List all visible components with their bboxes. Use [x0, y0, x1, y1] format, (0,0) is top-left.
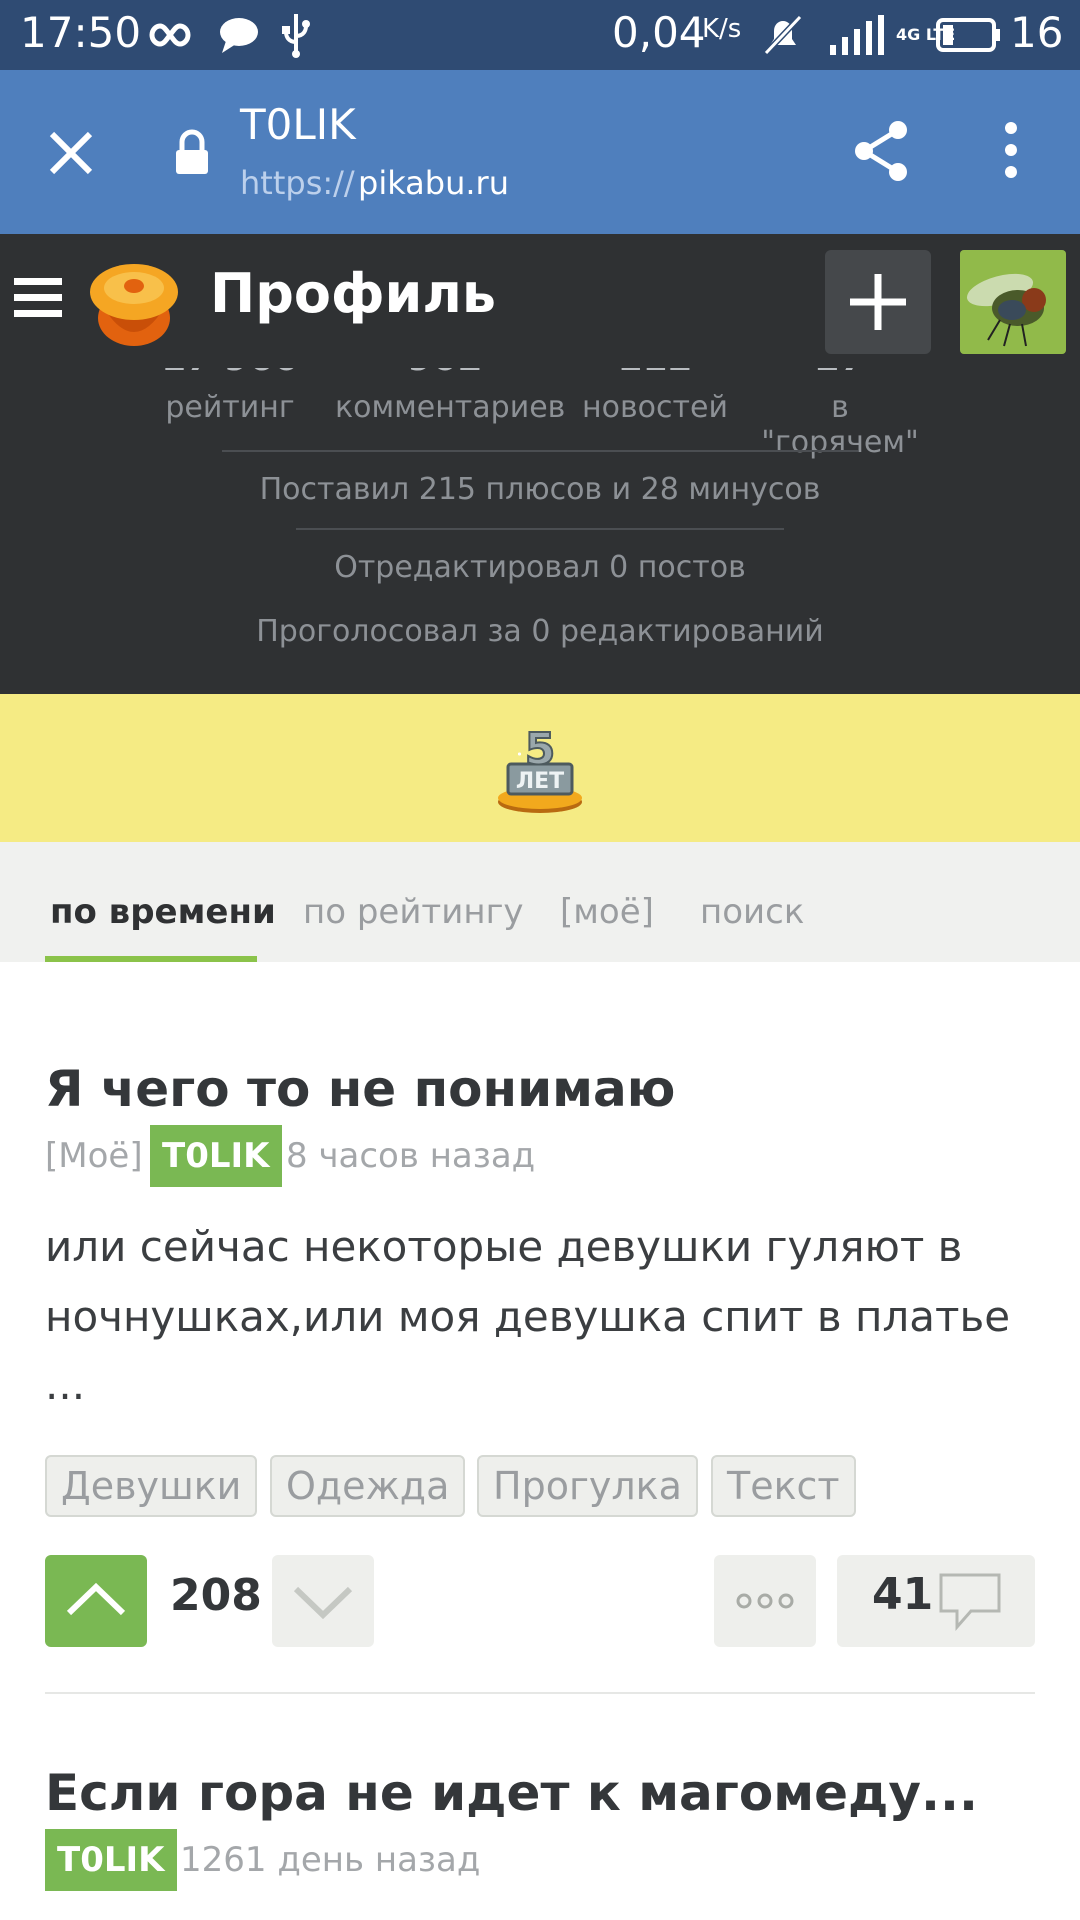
stat-value: 112 [580, 368, 730, 379]
post-author[interactable]: T0LIK [150, 1125, 282, 1187]
plus-icon [850, 274, 906, 330]
votes-summary: Поставил 215 плюсов и 28 минусов [259, 472, 821, 507]
stat-label: рейтинг [165, 390, 295, 425]
chevron-down-icon [293, 1586, 353, 1620]
profile-stats: 17 960 рейтинг 902 комментариев 112 ново… [0, 368, 1080, 694]
post-tag[interactable]: Прогулка [477, 1455, 698, 1517]
battery-icon [936, 0, 1002, 70]
post-time: 8 часов назад [286, 1136, 536, 1176]
mute-bell-icon [762, 0, 804, 70]
avatar[interactable] [960, 250, 1066, 354]
post-tag[interactable]: Девушки [45, 1455, 258, 1517]
post-text-line[interactable]: ночнушках,или моя девушка спит в платье [45, 1282, 1045, 1352]
status-bar: 17:50 0,04 K/s 4G LTE 16 [0, 0, 1080, 70]
divider [296, 528, 784, 530]
close-icon[interactable] [46, 128, 96, 182]
chevron-up-icon [66, 1582, 126, 1616]
svg-text:5: 5 [525, 724, 556, 775]
post-rating: 208 [170, 1570, 262, 1621]
divider [222, 450, 858, 452]
post-tag[interactable]: Одежда [270, 1455, 466, 1517]
post-separator [45, 1692, 1035, 1694]
usb-icon [280, 0, 312, 70]
post-mine-tag[interactable]: [Моё] [45, 1136, 143, 1176]
stat-label: комментариев [335, 390, 566, 425]
comment-bubble-icon [937, 1571, 1003, 1635]
signal-icon [824, 0, 884, 70]
tab-mine[interactable]: [моё] [560, 892, 654, 932]
active-tab-indicator [45, 956, 257, 962]
sort-tabs: по времени по рейтингу [моё] поиск [0, 842, 1080, 962]
tab-by-time[interactable]: по времени [50, 892, 276, 932]
status-time: 17:50 [20, 8, 142, 57]
browser-toolbar: T0LIK https:// pikabu.ru [0, 70, 1080, 234]
tab-by-rating[interactable]: по рейтингу [303, 892, 524, 932]
url-scheme[interactable]: https:// [240, 164, 355, 202]
infinity-icon [148, 0, 202, 70]
network-speed: 0,04 [612, 8, 706, 57]
post-time: 1261 день назад [180, 1840, 481, 1880]
battery-level: 16 [1010, 8, 1064, 57]
post-text-more[interactable]: ... [45, 1350, 1045, 1420]
add-post-button[interactable] [825, 250, 931, 354]
edited-summary: Отредактировал 0 постов [334, 550, 746, 585]
post-more-button[interactable] [714, 1555, 816, 1647]
network-speed-unit: K/s [702, 14, 742, 44]
more-vert-icon[interactable] [1000, 120, 1022, 184]
fly-avatar-icon [960, 250, 1066, 354]
post-author[interactable]: T0LIK [45, 1829, 177, 1891]
post-text-line[interactable]: или сейчас некоторые девушки гуляют в [45, 1212, 1045, 1282]
pikabu-logo-icon[interactable] [84, 256, 184, 354]
page-title: T0LIK [240, 100, 356, 149]
award-band: ЛЕТ 5 [0, 694, 1080, 842]
header-title: Профиль [210, 262, 497, 325]
lock-icon [172, 128, 212, 182]
menu-icon[interactable] [14, 276, 62, 324]
post-title[interactable]: Если гора не идет к магомеду... [45, 1764, 978, 1822]
vote-down-button[interactable] [272, 1555, 374, 1647]
stat-value: 27 [750, 368, 930, 379]
post-title[interactable]: Я чего то не понимаю [45, 1060, 675, 1118]
chat-bubble-icon [218, 0, 260, 70]
more-dots-icon [736, 1593, 794, 1609]
stat-value: 902 [335, 368, 555, 379]
share-icon[interactable] [852, 118, 912, 188]
post-tag[interactable]: Текст [711, 1455, 856, 1517]
stat-value: 17 960 [140, 368, 320, 379]
award-5-years-icon[interactable]: ЛЕТ 5 [494, 720, 586, 824]
url-host[interactable]: pikabu.ru [358, 164, 509, 202]
comments-count: 41 [872, 1569, 934, 1620]
voted-edits-summary: Проголосовал за 0 редактирований [256, 614, 824, 649]
comments-button[interactable]: 41 [837, 1555, 1035, 1647]
stat-label: новостей [582, 390, 728, 425]
tab-search[interactable]: поиск [700, 892, 804, 932]
vote-up-button[interactable] [45, 1555, 147, 1647]
site-header: Профиль [0, 234, 1080, 368]
